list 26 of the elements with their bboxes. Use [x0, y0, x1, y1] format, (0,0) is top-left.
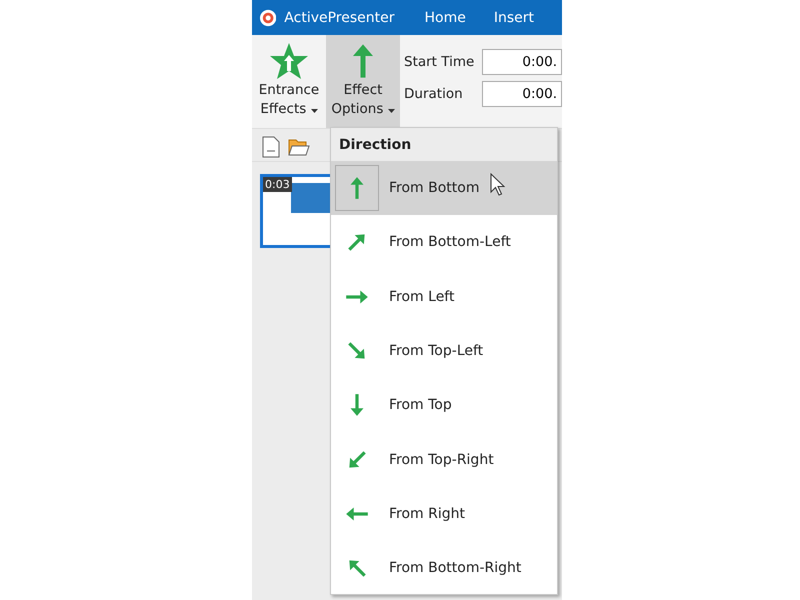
- ribbon-button[interactable]: Entrance Effects: [252, 35, 326, 128]
- input-field[interactable]: 0:00.: [482, 49, 562, 75]
- mouse-pointer-icon: [490, 173, 506, 197]
- caret-icon: [388, 109, 395, 113]
- menu-item[interactable]: From Left: [331, 270, 557, 324]
- app-title: ActivePresenter: [284, 10, 394, 26]
- duration-badge: 0:03: [263, 177, 292, 192]
- menu-item[interactable]: From Bottom-Left: [331, 215, 557, 270]
- menu-item[interactable]: From Bottom: [331, 161, 557, 216]
- menu-item[interactable]: From Bottom-Right: [331, 541, 557, 596]
- menu-item[interactable]: From Top: [331, 378, 557, 432]
- ribbon-tab[interactable]: Insert: [494, 10, 534, 26]
- ribbon-tab[interactable]: Home: [424, 10, 466, 26]
- app-logo-icon: [260, 8, 276, 28]
- menu-item[interactable]: From Top-Right: [331, 432, 557, 487]
- new-document-icon[interactable]: [262, 136, 280, 158]
- caret-icon: [310, 109, 318, 113]
- ribbon-button[interactable]: Effect Options: [326, 35, 400, 128]
- input-field[interactable]: 0:00.: [482, 81, 562, 107]
- field-label: Start Time: [404, 54, 476, 70]
- menu-header: Direction: [339, 136, 412, 152]
- menu-item[interactable]: From Right: [331, 486, 557, 542]
- menu-item[interactable]: From Top-Left: [331, 324, 557, 378]
- star-icon: [269, 41, 309, 81]
- field-label: Duration: [404, 86, 464, 102]
- open-folder-icon[interactable]: [288, 137, 310, 157]
